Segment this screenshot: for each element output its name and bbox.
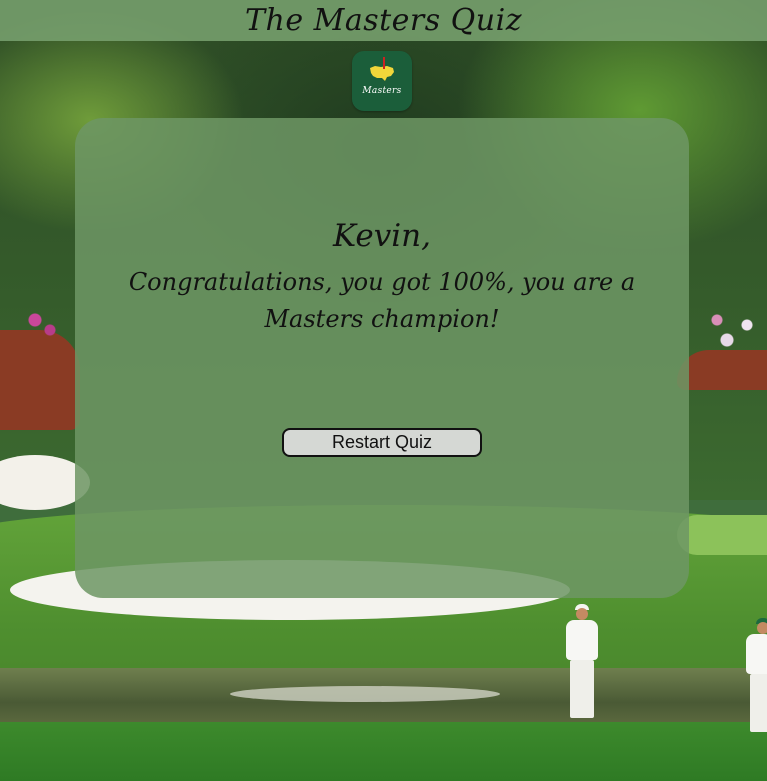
logo-text: Masters [362,86,402,96]
background-azaleas-left [10,290,70,350]
player-name: Kevin, [333,218,431,254]
masters-logo-icon: Masters [352,51,412,111]
background-caddie [742,616,767,736]
result-card: Kevin, Congratulations, you got 100%, yo… [75,118,689,598]
restart-quiz-button[interactable]: Restart Quiz [282,428,482,457]
page-title: The Masters Quiz [244,3,523,38]
background-pond-reflection [230,686,500,702]
background-golfer [556,600,606,725]
background-azaleas-right [697,300,767,370]
page-header: The Masters Quiz [0,0,767,41]
flag-icon [383,57,385,69]
background-foreground-grass [0,722,767,781]
background-green [677,515,767,555]
usa-map-icon [370,66,394,81]
result-message: Congratulations, you got 100%, you are a… [128,268,636,333]
